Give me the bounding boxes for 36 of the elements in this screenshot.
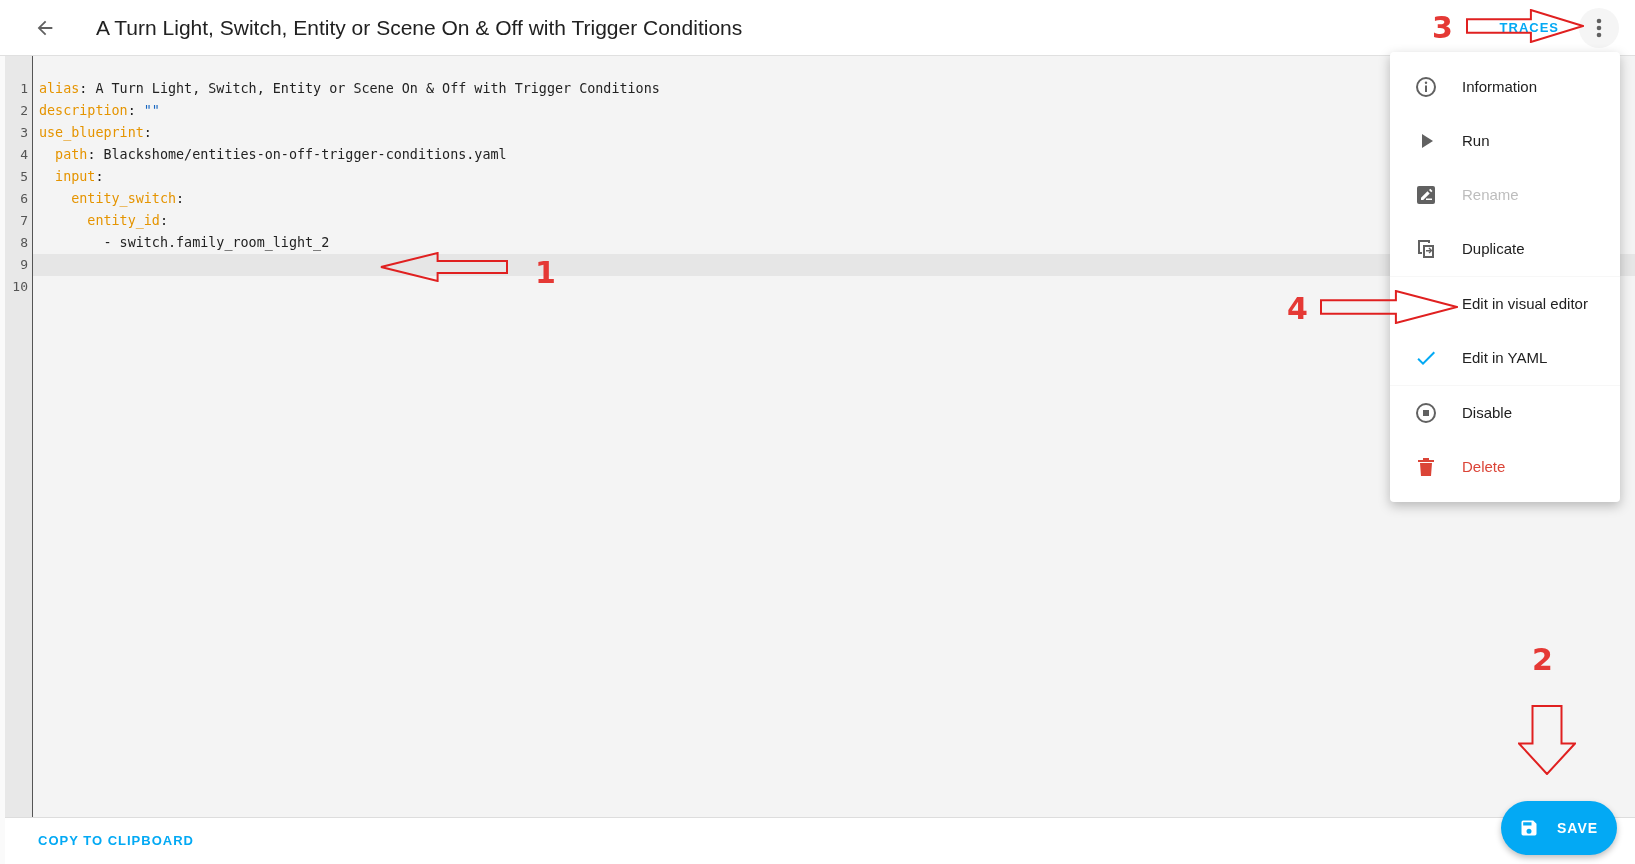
annotation-arrow [1518,705,1576,775]
code-line: use_blueprint: [38,124,152,143]
more-icon [1596,17,1602,38]
line-number: 9 [19,256,29,274]
more-menu-button[interactable] [1579,7,1619,48]
line-number: 3 [19,124,29,142]
line-number: 10 [11,278,29,296]
annotation-number: 1 [535,258,556,288]
line-number: 5 [19,168,29,186]
menu-item[interactable]: Run [1390,114,1620,168]
code-line: - switch.family_room_light_2 [102,234,330,253]
menu-item[interactable]: Edit in visual editor [1390,277,1620,331]
menu-item[interactable]: Edit in YAML [1390,331,1620,385]
menu-item[interactable]: Delete [1390,440,1620,494]
code-line: description: "" [38,102,160,120]
annotation-number: 4 [1287,294,1308,324]
line-number: 1 [19,80,29,98]
annotation-number: 3 [1432,13,1453,43]
line-number: 2 [19,102,29,120]
stop-icon [1414,401,1438,425]
code-line: entity_switch: [70,190,185,209]
menu-item[interactable]: Disable [1390,386,1620,440]
code-line: path: Blackshome/entities-on-off-trigger-conditions.yaml [54,146,507,164]
line-number: 8 [19,234,29,252]
info-icon [1414,75,1438,99]
menu-item[interactable]: Duplicate [1390,222,1620,276]
line-number: 4 [19,146,29,164]
annotation-number: 2 [1532,645,1553,675]
edit-icon [1414,183,1438,207]
menu-item[interactable]: Information [1390,60,1620,114]
line-number: 7 [19,212,29,230]
code-line: entity_id: [86,212,168,231]
line-number: 6 [19,190,29,208]
code-line: input: [54,168,104,186]
code-line: alias: A Turn Light, Switch, Entity or Scene On & Off with Trigger Conditions [38,80,660,98]
page-title: A Turn Light, Switch, Entity or Scene On & Off with Trigger Conditions [96,14,743,41]
